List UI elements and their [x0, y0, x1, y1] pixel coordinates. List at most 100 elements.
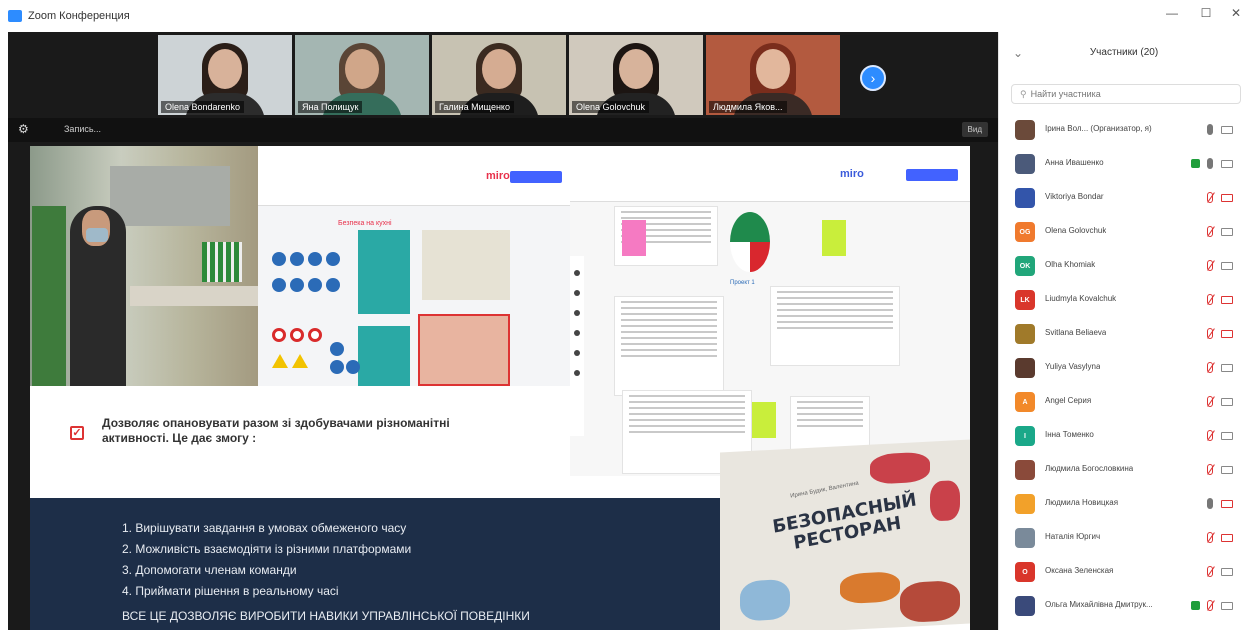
book-title: БЕЗОПАСНЫЙ РЕСТОРАН — [771, 489, 918, 554]
camera-icon[interactable] — [1221, 500, 1233, 508]
camera-icon[interactable] — [1221, 194, 1233, 202]
microphone-icon[interactable] — [1207, 294, 1213, 305]
board-title: Безпека на кухні — [338, 220, 392, 227]
avatar — [1015, 120, 1035, 140]
participant-list: Ірина Вол... (Организатор, я) Анна Ивашен… — [999, 114, 1248, 624]
camera-icon[interactable] — [1221, 262, 1233, 270]
video-tile[interactable]: Яна Полищук — [295, 35, 429, 115]
share-button-2 — [906, 169, 958, 181]
microphone-icon[interactable] — [1207, 226, 1213, 237]
avatar: I — [1015, 426, 1035, 446]
camera-icon[interactable] — [1221, 126, 1233, 134]
camera-icon[interactable] — [1221, 364, 1233, 372]
camera-icon[interactable] — [1221, 160, 1233, 168]
meeting-area: Olena Bondarenko Яна Полищук Галина Мищенк… — [8, 32, 998, 630]
microphone-icon[interactable] — [1207, 600, 1213, 611]
zoom-logo-icon — [8, 10, 22, 22]
video-tile[interactable]: Галина Мищенко — [432, 35, 566, 115]
microphone-icon[interactable] — [1207, 396, 1213, 407]
video-on-icon — [1191, 159, 1200, 168]
participants-panel: ⌄ Участники (20) ⚲ Ірина Вол... (Организ… — [998, 32, 1248, 630]
participant-name: Людмила Богословкина — [1045, 464, 1134, 473]
participant-row[interactable]: Svitlana Beliaeva — [999, 318, 1248, 352]
microphone-icon[interactable] — [1207, 430, 1213, 441]
participant-row[interactable]: OG Olena Golovchuk — [999, 216, 1248, 250]
chevron-right-icon[interactable]: › — [860, 65, 886, 91]
participant-row[interactable]: Yuliya Vasylyna — [999, 352, 1248, 386]
participant-row[interactable]: LK Liudmyla Kovalchuk — [999, 284, 1248, 318]
globe-logo — [730, 212, 770, 272]
participant-row[interactable]: Анна Ивашенко — [999, 148, 1248, 182]
participant-name: Ольга Михайлівна Дмитрук... — [1045, 600, 1153, 609]
camera-icon[interactable] — [1221, 330, 1233, 338]
microphone-icon[interactable] — [1207, 498, 1213, 509]
participant-row[interactable]: Людмила Богословкина — [999, 454, 1248, 488]
participant-name: Yuliya Vasylyna — [1045, 362, 1101, 371]
tile-name: Людмила Яков... — [709, 101, 787, 113]
share-topbar: ⚙ Запись... Вид — [8, 118, 998, 142]
participant-row[interactable]: A Angel Серия — [999, 386, 1248, 420]
participant-name: Svitlana Beliaeva — [1045, 328, 1107, 337]
camera-icon[interactable] — [1221, 432, 1233, 440]
book-author: Ирина Будик, Валентина — [789, 480, 860, 500]
participant-name: Angel Серия — [1045, 396, 1092, 405]
camera-icon[interactable] — [1221, 568, 1233, 576]
checkmark-icon: ✓ — [70, 426, 84, 440]
participant-row[interactable]: Viktoriya Bondar — [999, 182, 1248, 216]
miro-screenshot-1: miro Безпека на кухні — [258, 146, 570, 386]
camera-icon[interactable] — [1221, 398, 1233, 406]
participant-row[interactable]: O Оксана Зеленская — [999, 556, 1248, 590]
microphone-icon[interactable] — [1207, 124, 1213, 135]
video-tile[interactable]: Olena Golovchuk — [569, 35, 703, 115]
close-icon[interactable]: ✕ — [1226, 6, 1246, 20]
search-input[interactable] — [1030, 89, 1221, 99]
participant-name: Olha Khomiak — [1045, 260, 1096, 269]
microphone-icon[interactable] — [1207, 260, 1213, 271]
participant-row[interactable]: Наталія Юргич — [999, 522, 1248, 556]
microphone-icon[interactable] — [1207, 566, 1213, 577]
book-photo: Ирина Будик, Валентина БЕЗОПАСНЫЙ РЕСТОР… — [720, 439, 970, 630]
participant-row[interactable]: OK Olha Khomiak — [999, 250, 1248, 284]
maximize-icon[interactable]: ☐ — [1196, 6, 1216, 20]
gear-icon[interactable]: ⚙ — [18, 122, 29, 136]
participant-row[interactable]: Людмила Новицкая — [999, 488, 1248, 522]
avatar: O — [1015, 562, 1035, 582]
skills-list-item: 2. Можливість взаємодіяти із різними пла… — [122, 542, 412, 556]
avatar — [1015, 460, 1035, 480]
camera-icon[interactable] — [1221, 602, 1233, 610]
microphone-icon[interactable] — [1207, 464, 1213, 475]
globe-label: Проект 1 — [730, 280, 755, 286]
minimize-icon[interactable]: — — [1162, 6, 1182, 20]
video-tile[interactable]: Olena Bondarenko — [158, 35, 292, 115]
miro-logo-2: miro — [840, 168, 864, 180]
microphone-icon[interactable] — [1207, 328, 1213, 339]
statement-text: Дозволяє опановувати разом зі здобувачам… — [102, 416, 450, 445]
tile-name: Olena Golovchuk — [572, 101, 650, 113]
video-tile[interactable]: Людмила Яков... — [706, 35, 840, 115]
avatar: LK — [1015, 290, 1035, 310]
miro-screenshot-2: miro Проект 1 — [570, 146, 970, 476]
participant-row[interactable]: Ірина Вол... (Организатор, я) — [999, 114, 1248, 148]
skills-list-item: 3. Допомогати членам команди — [122, 563, 297, 577]
microphone-icon[interactable] — [1207, 362, 1213, 373]
view-button[interactable]: Вид — [961, 122, 988, 137]
camera-icon[interactable] — [1221, 296, 1233, 304]
microphone-icon[interactable] — [1207, 532, 1213, 543]
participant-name: Наталія Юргич — [1045, 532, 1101, 541]
microphone-icon[interactable] — [1207, 158, 1213, 169]
avatar — [1015, 358, 1035, 378]
participant-row[interactable]: I Інна Томенко — [999, 420, 1248, 454]
skills-list: 1. Вирішувати завдання в умовах обмежено… — [122, 518, 411, 602]
participant-name: Liudmyla Kovalchuk — [1045, 294, 1117, 303]
participant-row[interactable]: Ольга Михайлівна Дмитрук... — [999, 590, 1248, 624]
camera-icon[interactable] — [1221, 228, 1233, 236]
participant-name: Оксана Зеленская — [1045, 566, 1114, 575]
participant-search[interactable]: ⚲ — [1011, 84, 1241, 104]
participant-name: Анна Ивашенко — [1045, 158, 1104, 167]
microphone-icon[interactable] — [1207, 192, 1213, 203]
miro-logo: miro — [486, 170, 510, 182]
title-bar: Zoom Конференция — ☐ ✕ — [0, 0, 1248, 32]
sticky-note — [622, 220, 646, 256]
camera-icon[interactable] — [1221, 466, 1233, 474]
camera-icon[interactable] — [1221, 534, 1233, 542]
